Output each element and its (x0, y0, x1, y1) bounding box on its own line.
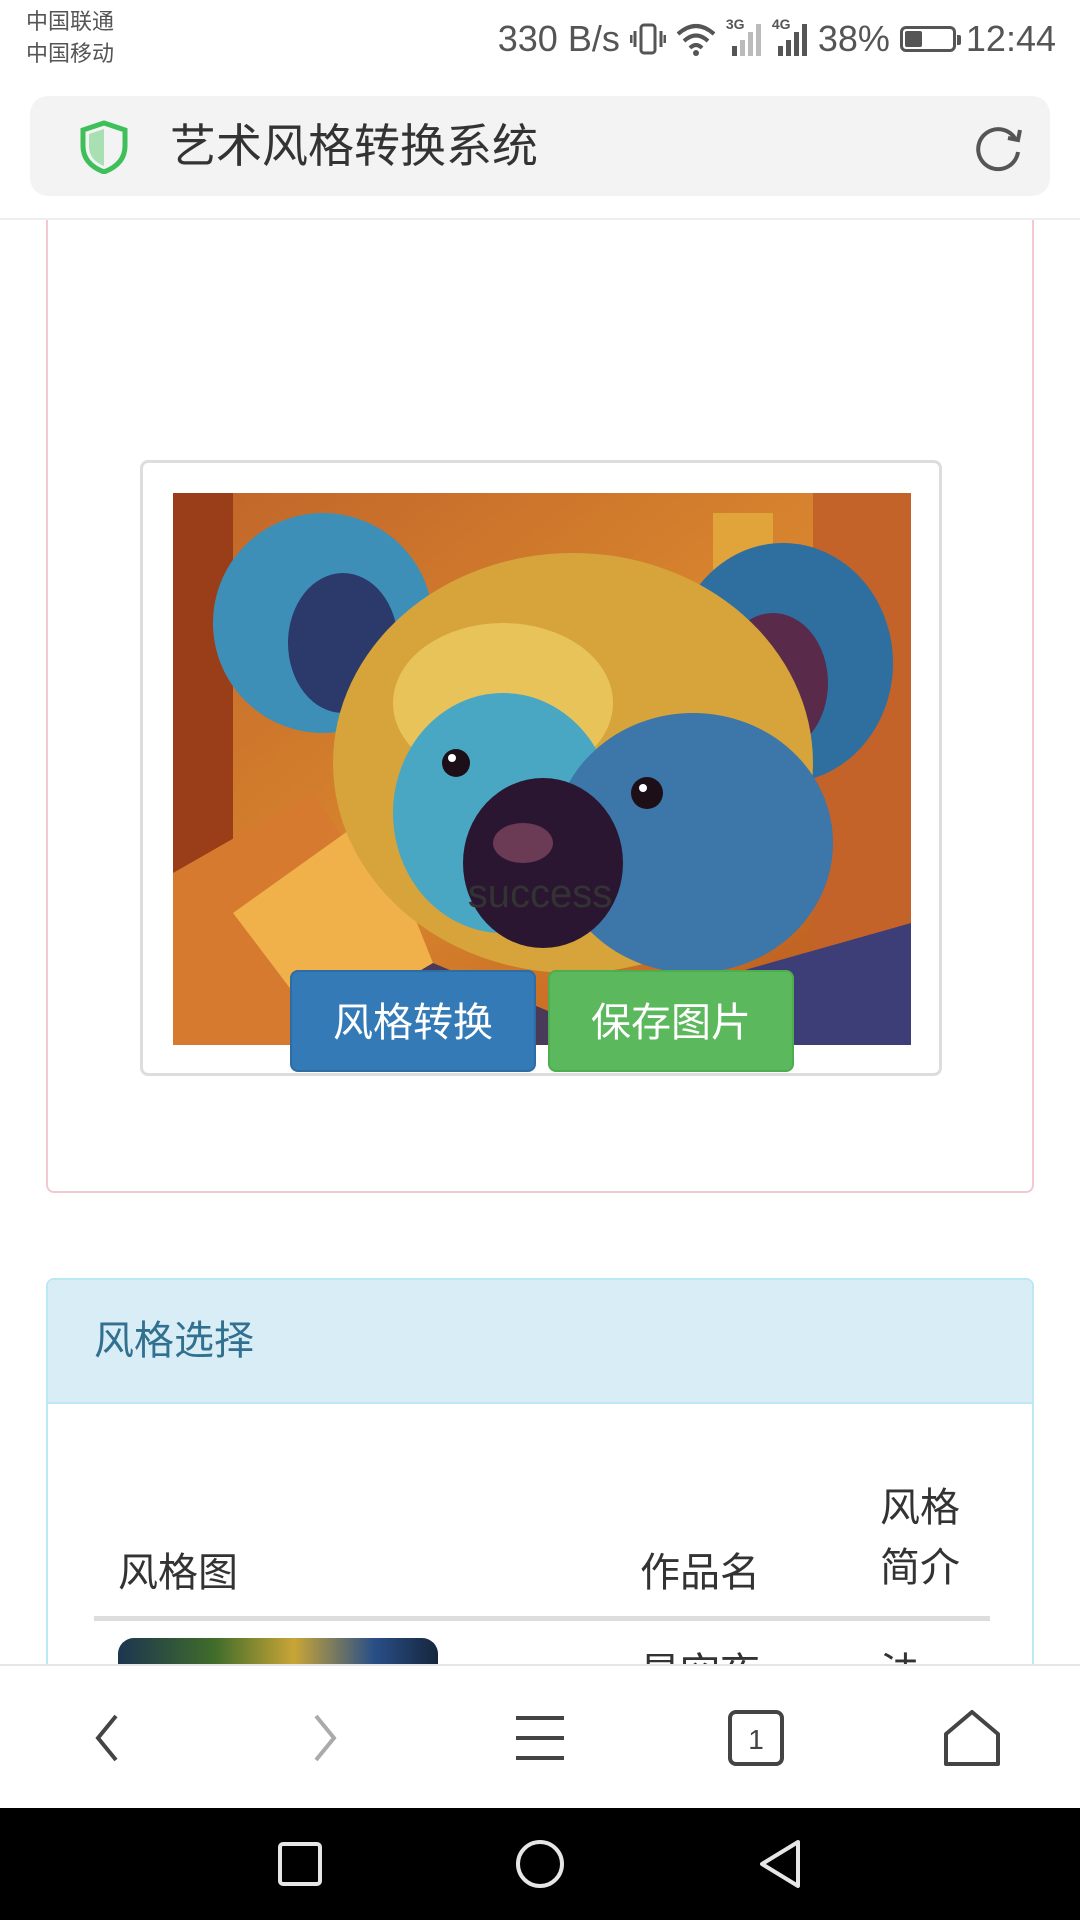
table-header-divider (94, 1616, 990, 1621)
menu-icon[interactable] (508, 1706, 572, 1770)
carrier-1: 中国联通 (26, 9, 115, 34)
forward-icon[interactable] (292, 1706, 356, 1770)
carrier-info: 中国联通 中国移动 (26, 6, 114, 70)
back-triangle-icon[interactable] (754, 1838, 806, 1895)
style-panel-heading: 风格选择 (48, 1280, 1032, 1404)
style-thumbnail[interactable] (118, 1638, 438, 1664)
home-icon[interactable] (940, 1706, 1004, 1770)
clock: 12:44 (965, 18, 1056, 59)
net-speed: 330 B/s (497, 18, 620, 59)
tab-count: 1 (748, 1724, 764, 1755)
browser-nav-bar: 1 (0, 1664, 1080, 1808)
wifi-icon (676, 22, 716, 56)
carrier-2: 中国移动 (26, 41, 115, 66)
column-header-work-name: 作品名 (640, 1551, 760, 1595)
page-content[interactable]: success 风格转换 保存图片 风格选择 风格图 作品名 风格简介 星空夜 … (0, 220, 1080, 1664)
status-indicators: 330 B/s 3G 4G 38% 12:44 (498, 14, 1056, 64)
tabs-icon[interactable]: 1 (724, 1706, 788, 1770)
back-icon[interactable] (76, 1706, 140, 1770)
recents-icon[interactable] (274, 1838, 326, 1895)
vibrate-icon (629, 21, 666, 57)
signal-3g-icon: 3G (726, 16, 762, 56)
battery-percent: 38% (817, 18, 890, 59)
address-bar[interactable]: 艺术风格转换系统 (30, 96, 1050, 196)
row-work-name: 星空夜 (640, 1640, 760, 1664)
column-header-style-image: 风格图 (118, 1551, 238, 1595)
shield-icon[interactable] (78, 120, 130, 179)
column-header-style-desc: 风格简介 (880, 1486, 960, 1590)
refresh-icon[interactable] (970, 120, 1026, 181)
status-message: success (467, 872, 613, 916)
home-circle-icon[interactable] (514, 1838, 566, 1895)
style-panel-title: 风格选择 (94, 1319, 254, 1363)
page-title[interactable]: 艺术风格转换系统 (170, 96, 538, 196)
row-style-desc: 法 (880, 1640, 920, 1664)
result-panel: success 风格转换 保存图片 (46, 220, 1034, 1193)
save-image-button[interactable]: 保存图片 (548, 970, 794, 1072)
style-convert-button[interactable]: 风格转换 (290, 970, 536, 1072)
style-selection-panel: 风格选择 风格图 作品名 风格简介 星空夜 法 (46, 1278, 1034, 1664)
signal-4g-icon: 4G (772, 16, 808, 56)
battery-icon (899, 26, 961, 52)
stylized-koala-image (173, 493, 911, 1045)
status-bar: 中国联通 中国移动 330 B/s 3G 4G 38% 12:44 (0, 0, 1080, 80)
system-nav-bar (0, 1808, 1080, 1920)
result-image-frame (140, 460, 942, 1076)
